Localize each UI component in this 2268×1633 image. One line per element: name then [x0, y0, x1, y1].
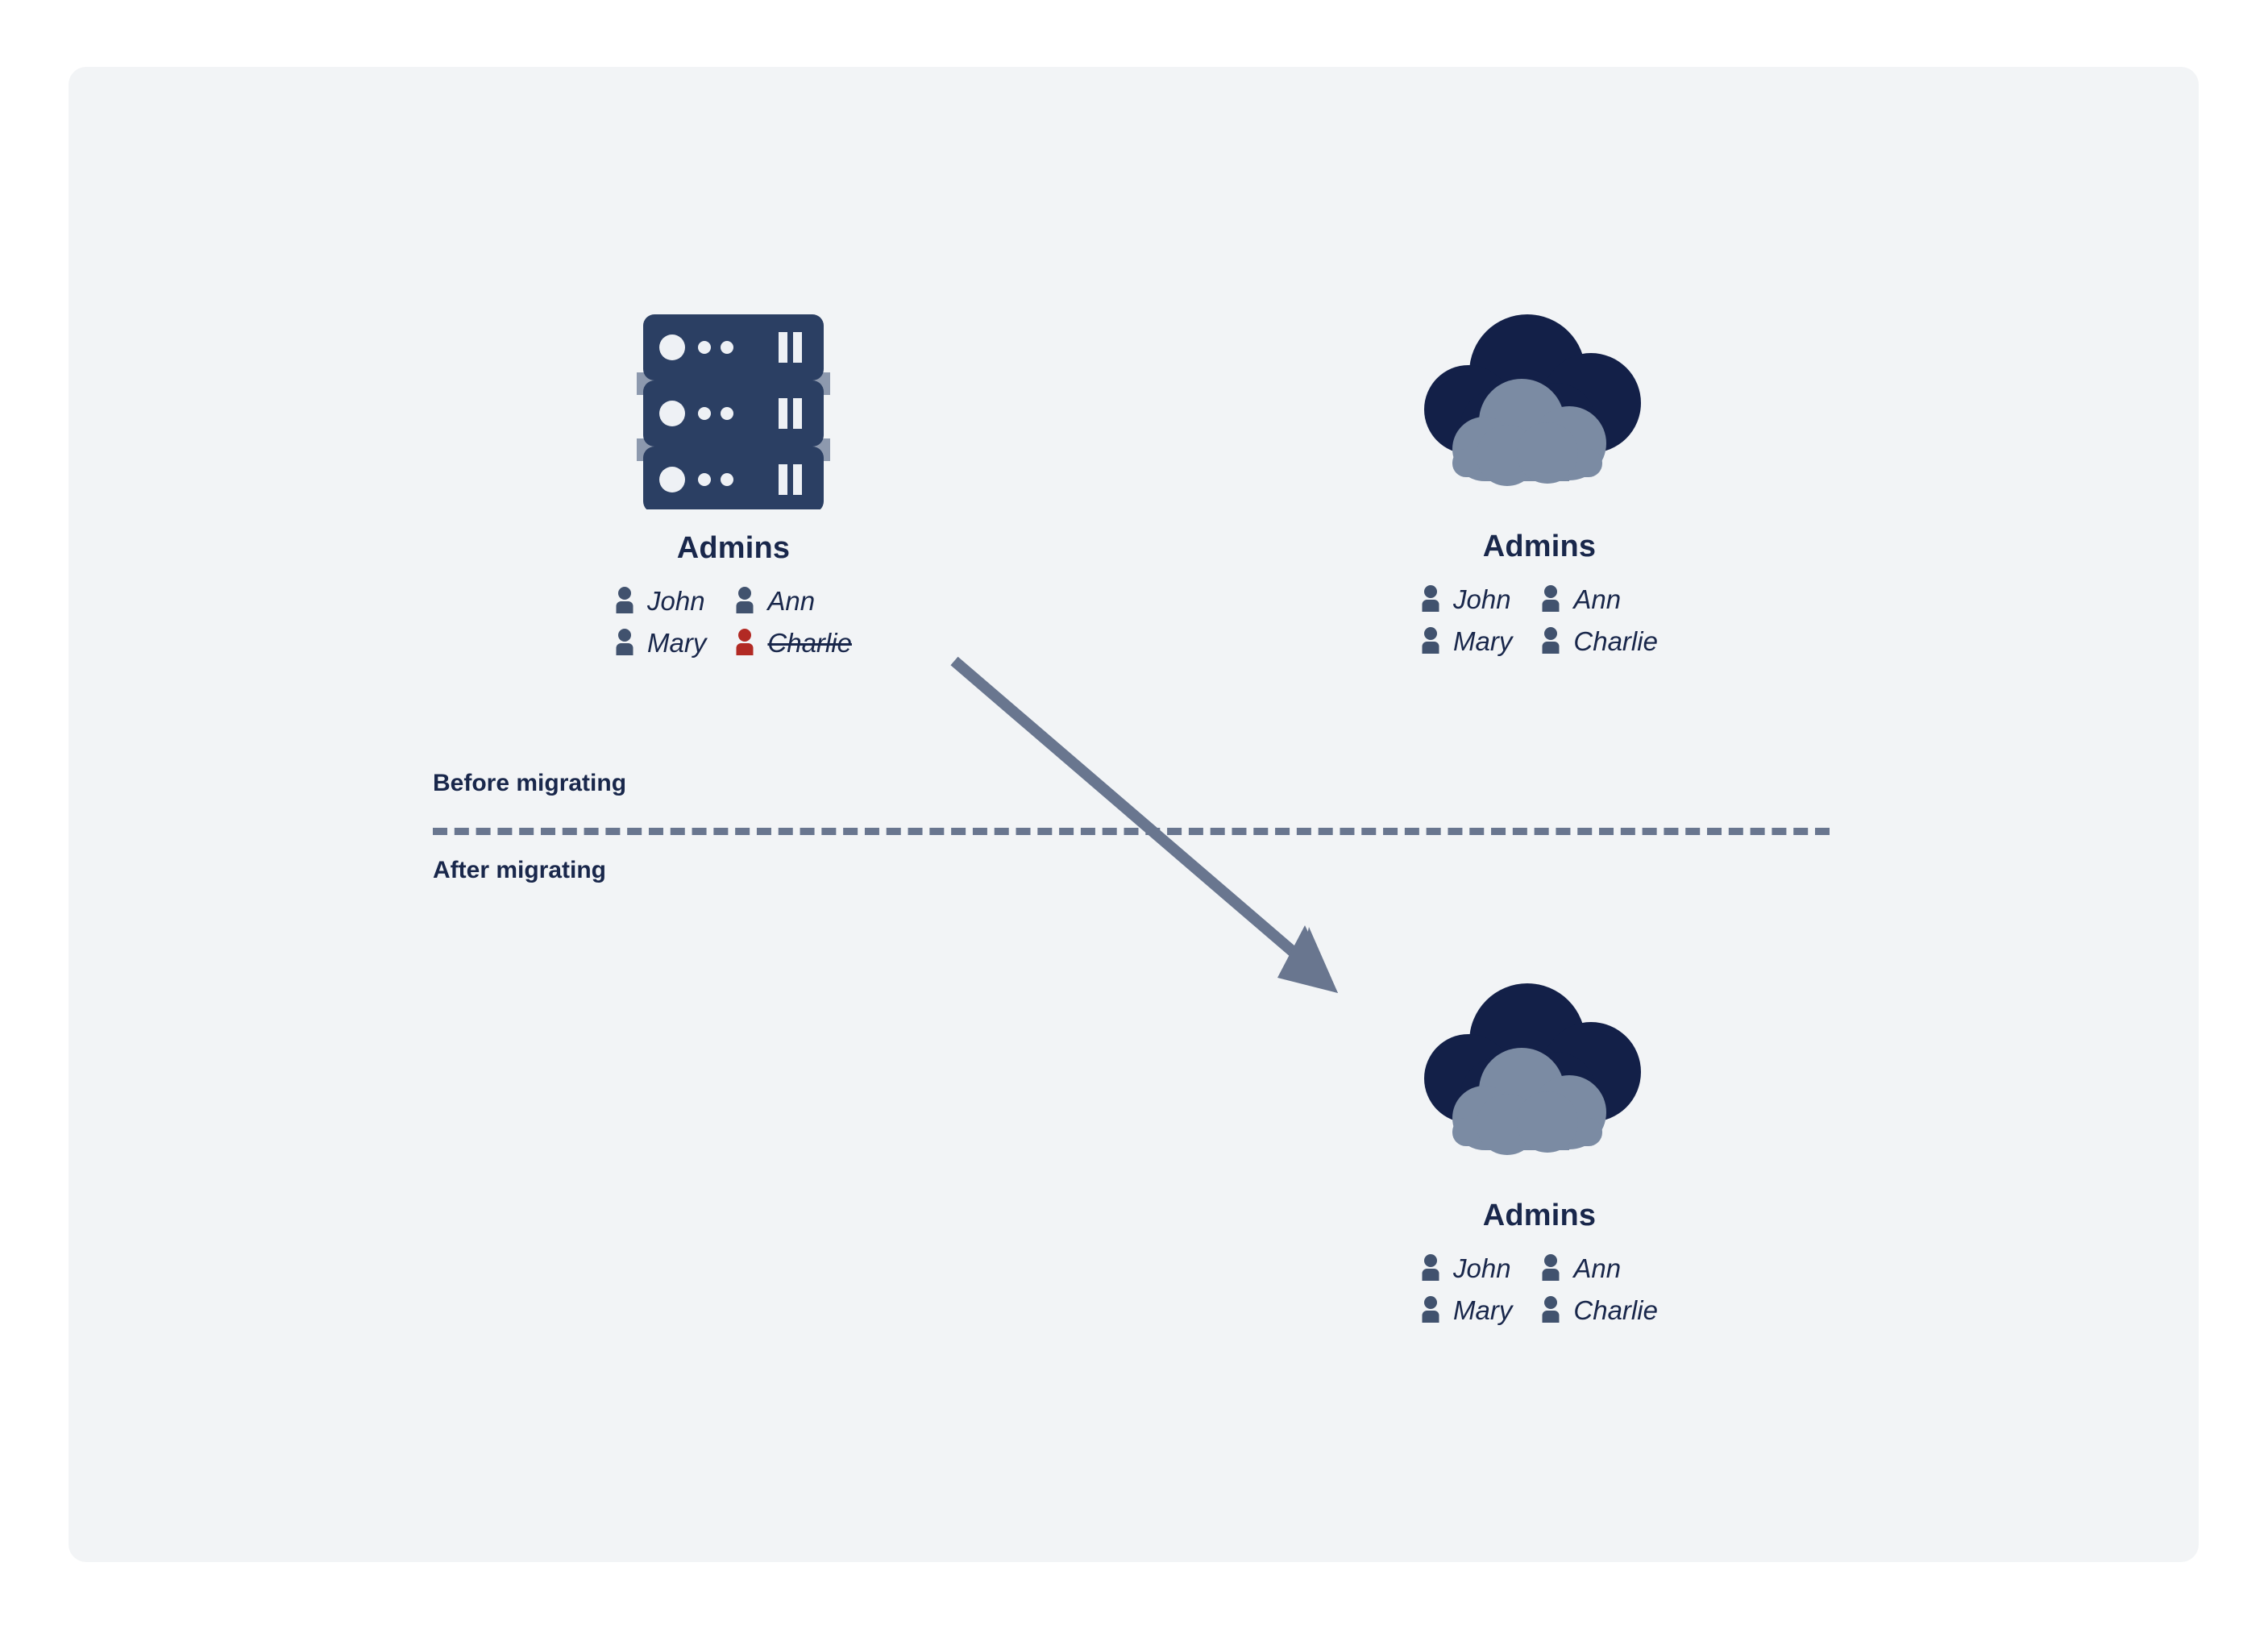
person-icon: [615, 587, 634, 614]
source-server-group: Admins John Ann Mary Charlie: [564, 314, 903, 656]
member-name: John: [647, 585, 705, 616]
member-name: John: [1453, 584, 1511, 614]
member-item: Mary: [1421, 627, 1512, 654]
member-name: Mary: [1453, 625, 1513, 656]
member-item: John: [1421, 585, 1512, 613]
member-name: Charlie: [1573, 1294, 1658, 1325]
group-title: Admins: [676, 531, 791, 565]
person-icon: [1541, 1296, 1560, 1323]
person-icon: [1541, 1254, 1560, 1282]
member-item: Mary: [615, 629, 706, 656]
group-title: Admins: [1482, 1199, 1597, 1232]
member-name: Charlie: [1573, 625, 1658, 656]
server-rack-icon: [637, 314, 830, 513]
person-removed-icon: [735, 629, 754, 656]
cloud-icon: [1419, 314, 1660, 512]
person-icon: [1421, 585, 1440, 613]
group-title: Admins: [1482, 530, 1597, 563]
target-cloud-group-before: Admins John Ann Mary Charlie: [1370, 314, 1709, 654]
member-name: Ann: [767, 585, 816, 616]
member-item: Charlie: [1541, 627, 1658, 654]
member-item: Mary: [1421, 1296, 1512, 1323]
member-item: Ann: [1541, 585, 1658, 613]
person-icon: [1421, 627, 1440, 654]
member-name: Mary: [1453, 1294, 1513, 1325]
member-item: Ann: [735, 587, 852, 614]
person-icon: [1541, 585, 1560, 613]
cloud-icon: [1419, 983, 1660, 1181]
member-name: Ann: [1573, 584, 1622, 614]
member-list: John Ann Mary Charlie: [1421, 1254, 1658, 1323]
member-list: John Ann Mary Charlie: [615, 587, 852, 656]
member-item: Charlie: [1541, 1296, 1658, 1323]
member-item: Ann: [1541, 1254, 1658, 1282]
person-icon: [1541, 627, 1560, 654]
member-item-removed: Charlie: [735, 629, 852, 656]
diagram-card: [69, 67, 2199, 1562]
person-icon: [1421, 1296, 1440, 1323]
member-name: Mary: [647, 627, 707, 658]
person-icon: [1421, 1254, 1440, 1282]
target-cloud-group-after: Admins John Ann Mary Charlie: [1370, 983, 1709, 1323]
member-name: Ann: [1573, 1253, 1622, 1283]
person-icon: [735, 587, 754, 614]
diagram-canvas: Admins John Ann Mary Charlie Admins John…: [0, 0, 2268, 1633]
member-item: John: [1421, 1254, 1512, 1282]
member-list: John Ann Mary Charlie: [1421, 585, 1658, 654]
member-item: John: [615, 587, 706, 614]
member-name: John: [1453, 1253, 1511, 1283]
member-name-removed: Charlie: [767, 627, 852, 658]
person-icon: [615, 629, 634, 656]
